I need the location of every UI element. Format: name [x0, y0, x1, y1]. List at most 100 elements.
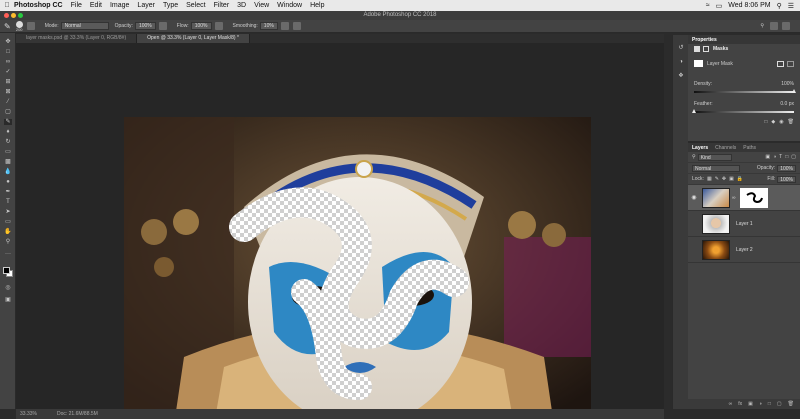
filter-shape-icon[interactable]: □ — [785, 154, 788, 160]
document-canvas[interactable] — [124, 117, 591, 419]
healing-brush-tool-icon[interactable]: ▢ — [4, 109, 12, 115]
layer-thumbnail[interactable] — [702, 187, 730, 208]
layer-row-layer-0[interactable]: ◉ ∞ — [688, 185, 800, 211]
menu-layer[interactable]: Layer — [137, 2, 155, 9]
feather-value[interactable]: 0.0 px — [780, 101, 794, 107]
brush-settings-icon[interactable] — [26, 22, 35, 30]
canvas-area[interactable] — [16, 43, 664, 419]
brush-tool-icon[interactable]: ✎ — [4, 119, 12, 125]
close-window-button[interactable] — [4, 13, 9, 18]
blur-tool-icon[interactable]: 💧 — [4, 169, 12, 175]
feather-slider-knob[interactable] — [692, 109, 696, 113]
wifi-icon[interactable]: ≈ — [706, 2, 710, 9]
clone-stamp-tool-icon[interactable]: ♦ — [4, 129, 12, 135]
link-layers-icon[interactable]: ∞ — [729, 401, 733, 407]
lock-position-icon[interactable]: ✥ — [722, 176, 726, 182]
quick-mask-icon[interactable]: ◎ — [4, 285, 12, 291]
smoothing-settings-gear-icon[interactable] — [280, 22, 289, 30]
menu-edit[interactable]: Edit — [90, 2, 102, 9]
zoom-tool-icon[interactable]: ⚲ — [4, 239, 12, 245]
airbrush-icon[interactable] — [214, 22, 223, 30]
path-selection-tool-icon[interactable]: ➤ — [4, 209, 12, 215]
document-tab-open[interactable]: Open @ 33.3% (Layer 0, Layer Mask/8) * — [137, 34, 250, 43]
eraser-tool-icon[interactable]: ▭ — [4, 149, 12, 155]
notification-center-icon[interactable]: ☰ — [788, 2, 794, 10]
screen-mode-icon[interactable]: ▣ — [4, 297, 12, 303]
delete-layer-trash-icon[interactable]: 🗑 — [788, 401, 794, 407]
layer-mask-thumbnail[interactable] — [739, 187, 768, 208]
zoom-level[interactable]: 33.33% — [20, 411, 37, 417]
new-layer-icon[interactable]: ▢ — [777, 401, 782, 407]
history-panel-icon[interactable]: ↺ — [677, 45, 685, 51]
visibility-eye-icon[interactable]: ◉ — [688, 194, 700, 201]
gradient-tool-icon[interactable]: ▩ — [4, 159, 12, 165]
layer-row-layer-2[interactable]: Layer 2 — [688, 237, 800, 263]
pressure-opacity-icon[interactable] — [158, 22, 167, 30]
menu-select[interactable]: Select — [186, 2, 205, 9]
adjustments-panel-icon[interactable]: ◑ — [677, 59, 685, 65]
vector-mask-icon[interactable] — [703, 46, 709, 52]
lasso-tool-icon[interactable]: ∞ — [4, 59, 12, 65]
pen-tool-icon[interactable]: ✒ — [4, 189, 12, 195]
zoom-window-button[interactable] — [18, 13, 23, 18]
add-layer-mask-icon[interactable]: ▣ — [748, 401, 753, 407]
share-icon[interactable] — [782, 22, 790, 30]
rectangle-tool-icon[interactable]: ▭ — [4, 219, 12, 225]
density-slider[interactable] — [694, 89, 796, 93]
spotlight-search-icon[interactable]: ⚲ — [777, 2, 782, 10]
add-pixel-mask-icon[interactable] — [777, 60, 784, 67]
app-menu-name[interactable]: Photoshop CC — [14, 2, 63, 9]
mode-select[interactable]: Normal — [60, 22, 109, 30]
layer-thumbnail[interactable] — [702, 213, 730, 234]
hand-tool-icon[interactable]: ✋ — [4, 229, 12, 235]
new-adjustment-layer-icon[interactable]: ◑ — [759, 401, 762, 407]
filter-smart-object-icon[interactable]: ▢ — [791, 154, 796, 160]
tab-paths[interactable]: Paths — [743, 145, 756, 151]
tab-layers[interactable]: Layers — [692, 145, 708, 151]
foreground-color-swatch[interactable] — [3, 267, 10, 274]
tab-properties[interactable]: Properties — [692, 37, 717, 43]
menu-file[interactable]: File — [71, 2, 82, 9]
apply-mask-icon[interactable]: ◆ — [771, 119, 775, 125]
menubar-clock[interactable]: Wed 8:06 PM — [728, 2, 770, 9]
opacity-field[interactable]: 100% — [134, 22, 156, 30]
lock-artboard-icon[interactable]: ▣ — [729, 176, 734, 182]
blend-mode-select[interactable]: Normal — [692, 164, 740, 172]
layer-name[interactable]: Layer 1 — [736, 221, 753, 227]
density-slider-knob[interactable] — [792, 89, 796, 93]
load-selection-icon[interactable]: □ — [764, 119, 767, 125]
filter-pixel-icon[interactable]: ▣ — [765, 154, 770, 160]
menu-image[interactable]: Image — [110, 2, 129, 9]
delete-mask-icon[interactable]: 🗑 — [788, 119, 794, 125]
dodge-tool-icon[interactable]: ● — [4, 179, 12, 185]
add-vector-mask-icon[interactable] — [787, 60, 794, 67]
menu-type[interactable]: Type — [163, 2, 178, 9]
battery-icon[interactable]: ▭ — [716, 2, 723, 10]
layer-opacity-field[interactable]: 100% — [777, 164, 796, 172]
move-tool-icon[interactable]: ✥ — [4, 39, 12, 45]
layer-style-fx-icon[interactable]: fx — [738, 401, 742, 407]
filter-adjustment-icon[interactable]: ◑ — [773, 154, 776, 160]
menu-3d[interactable]: 3D — [237, 2, 246, 9]
frame-tool-icon[interactable]: ⊠ — [4, 89, 12, 95]
apple-icon[interactable]:  — [0, 2, 14, 9]
quick-selection-tool-icon[interactable]: ✓ — [4, 69, 12, 75]
mask-link-icon[interactable]: ∞ — [732, 195, 736, 201]
smoothing-field[interactable]: 10% — [259, 22, 278, 30]
brush-preset-picker[interactable]: 200 — [15, 20, 23, 32]
filter-type-icon[interactable]: T — [779, 154, 782, 160]
pressure-size-icon[interactable] — [292, 22, 301, 30]
feather-slider[interactable] — [692, 109, 794, 113]
menu-window[interactable]: Window — [277, 2, 302, 9]
search-icon[interactable]: ⚲ — [760, 23, 764, 29]
filter-kind-select[interactable]: Kind — [697, 153, 732, 161]
lock-all-icon[interactable]: 🔒 — [737, 176, 743, 182]
marquee-tool-icon[interactable]: □ — [4, 49, 12, 55]
document-tab-layer-masks[interactable]: layer masks.psd @ 33.3% (Layer 0, RGB/8#… — [16, 34, 138, 43]
menu-filter[interactable]: Filter — [214, 2, 230, 9]
layer-row-layer-1[interactable]: Layer 1 — [688, 211, 800, 237]
brush-tool-icon[interactable]: ✎ — [4, 22, 11, 31]
tab-channels[interactable]: Channels — [715, 145, 736, 151]
crop-tool-icon[interactable]: ⊞ — [4, 79, 12, 85]
document-size[interactable]: Doc: 21.6M/88.5M — [57, 411, 98, 417]
